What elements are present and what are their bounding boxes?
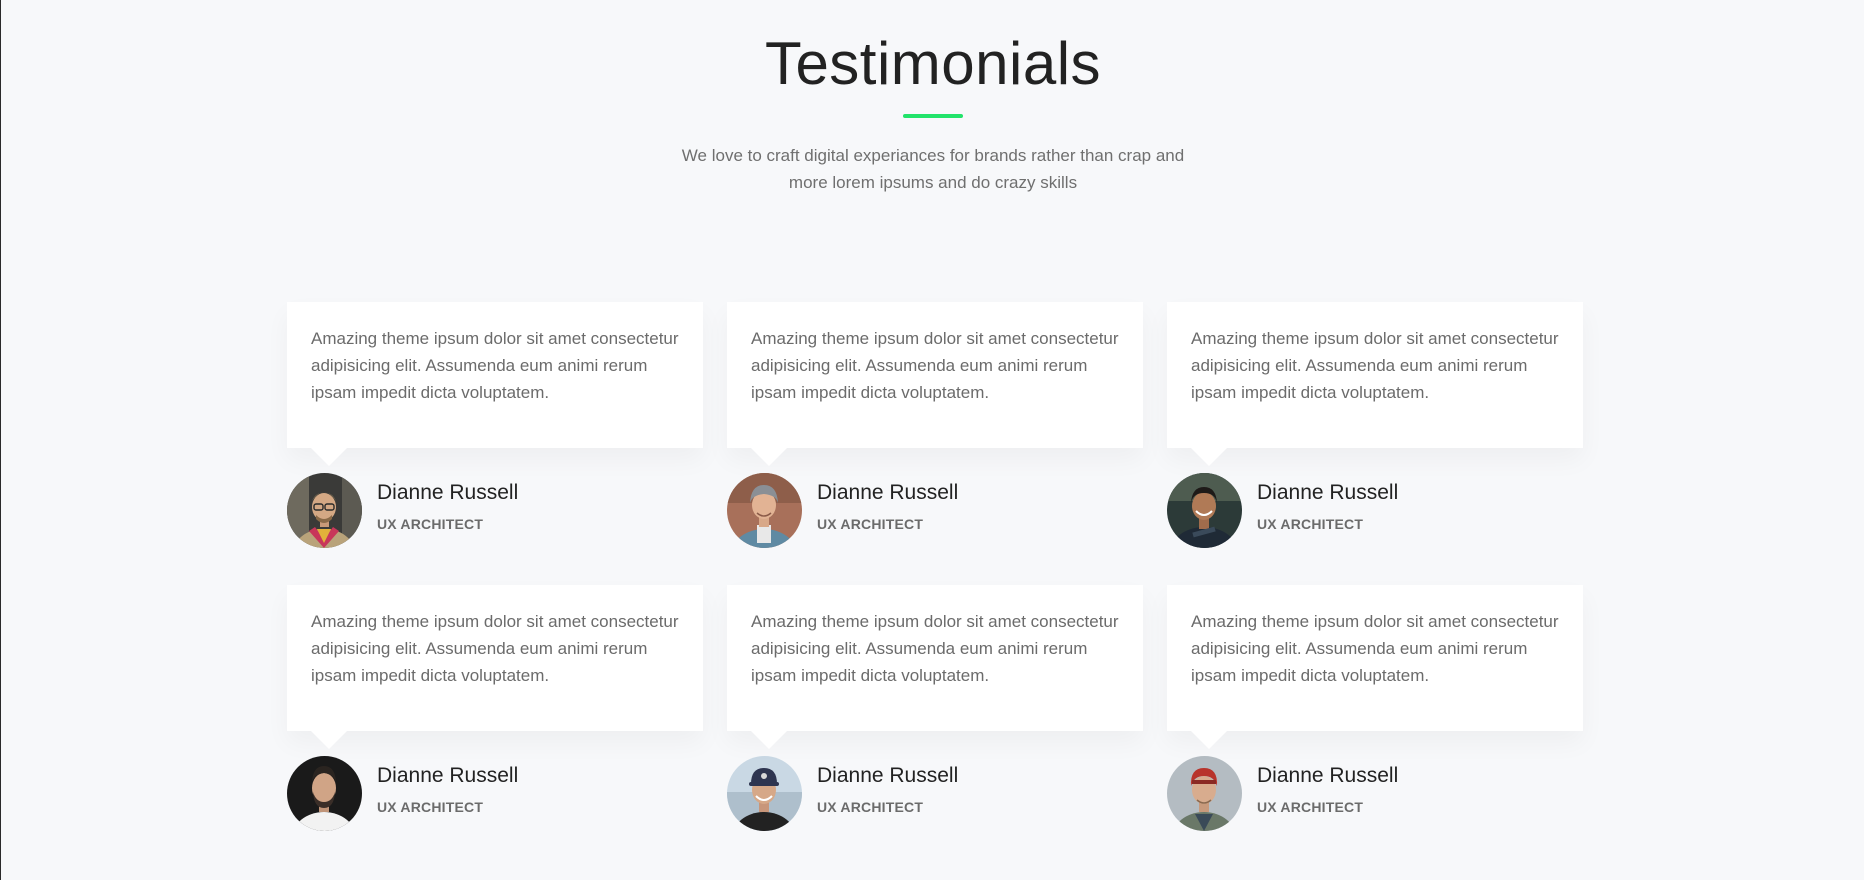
testimonials-grid: Amazing theme ipsum dolor sit amet conse… xyxy=(287,302,1583,831)
avatar xyxy=(727,472,802,548)
testimonial-quote: Amazing theme ipsum dolor sit amet conse… xyxy=(1167,585,1583,749)
author-info: Dianne Russell UX ARCHITECT xyxy=(817,481,958,532)
testimonial-quote: Amazing theme ipsum dolor sit amet conse… xyxy=(287,585,703,749)
author-role: UX ARCHITECT xyxy=(817,799,924,815)
author-info: Dianne Russell UX ARCHITECT xyxy=(377,764,518,815)
author-name: Dianne Russell xyxy=(1257,481,1399,504)
author-info: Dianne Russell UX ARCHITECT xyxy=(377,481,518,532)
testimonial-card: Amazing theme ipsum dolor sit amet conse… xyxy=(1167,585,1583,831)
author-name: Dianne Russell xyxy=(817,481,959,504)
author-role: UX ARCHITECT xyxy=(1257,799,1364,815)
testimonial-quote: Amazing theme ipsum dolor sit amet conse… xyxy=(727,585,1143,749)
testimonial-author: Dianne Russell UX ARCHITECT xyxy=(727,472,1143,548)
section-title: Testimonials xyxy=(764,30,1102,97)
author-role: UX ARCHITECT xyxy=(817,516,924,532)
section-subtitle: We love to craft digital experiances for… xyxy=(681,146,1185,192)
testimonial-card: Amazing theme ipsum dolor sit amet conse… xyxy=(287,585,703,831)
author-name: Dianne Russell xyxy=(377,481,519,504)
author-name: Dianne Russell xyxy=(1257,764,1399,787)
author-role: UX ARCHITECT xyxy=(1257,516,1364,532)
testimonial-author: Dianne Russell UX ARCHITECT xyxy=(287,472,703,548)
testimonial-quote: Amazing theme ipsum dolor sit amet conse… xyxy=(287,302,703,466)
testimonial-author: Dianne Russell UX ARCHITECT xyxy=(727,755,1143,831)
avatar xyxy=(287,755,362,831)
testimonial-author: Dianne Russell UX ARCHITECT xyxy=(287,755,703,831)
author-info: Dianne Russell UX ARCHITECT xyxy=(1257,764,1398,815)
author-info: Dianne Russell UX ARCHITECT xyxy=(1257,481,1398,532)
avatar xyxy=(727,755,802,831)
title-underline xyxy=(903,114,963,118)
testimonial-quote: Amazing theme ipsum dolor sit amet conse… xyxy=(1167,302,1583,466)
testimonial-card: Amazing theme ipsum dolor sit amet conse… xyxy=(727,585,1143,831)
author-name: Dianne Russell xyxy=(377,764,519,787)
author-role: UX ARCHITECT xyxy=(377,799,484,815)
section-header: Testimonials We love to craft digital ex… xyxy=(1,0,1864,196)
testimonial-quote: Amazing theme ipsum dolor sit amet conse… xyxy=(727,302,1143,466)
testimonial-author: Dianne Russell UX ARCHITECT xyxy=(1167,472,1583,548)
testimonial-card: Amazing theme ipsum dolor sit amet conse… xyxy=(1167,302,1583,548)
avatar xyxy=(287,472,362,548)
testimonial-author: Dianne Russell UX ARCHITECT xyxy=(1167,755,1583,831)
avatar xyxy=(1167,472,1242,548)
author-name: Dianne Russell xyxy=(817,764,959,787)
testimonial-card: Amazing theme ipsum dolor sit amet conse… xyxy=(727,302,1143,548)
testimonial-card: Amazing theme ipsum dolor sit amet conse… xyxy=(287,302,703,548)
author-info: Dianne Russell UX ARCHITECT xyxy=(817,764,958,815)
author-role: UX ARCHITECT xyxy=(377,516,484,532)
avatar xyxy=(1167,755,1242,831)
